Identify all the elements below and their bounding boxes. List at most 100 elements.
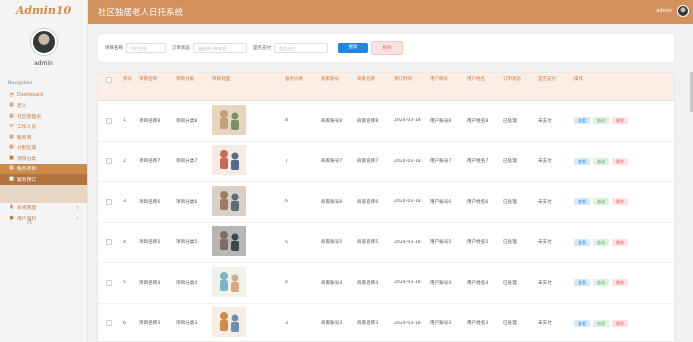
- col-header[interactable]: 订单状态: [500, 73, 535, 100]
- gauge-icon: ◔: [9, 91, 14, 98]
- sidebar-item-system[interactable]: ▮ 系统管理 ▽: [0, 203, 87, 214]
- cell-booking-time: 2024-03-18: [394, 118, 421, 124]
- sidebar-item-label: 项目分类: [17, 156, 37, 162]
- col-header[interactable]: 商家账号: [318, 73, 354, 100]
- col-header[interactable]: 预订时间: [391, 73, 427, 100]
- delete-button[interactable]: 删除: [612, 198, 628, 206]
- view-button[interactable]: 查看: [574, 157, 590, 165]
- cell-seller-account: 商家账号8: [321, 118, 343, 124]
- sidebar-item-profile[interactable]: ● 用户资料 ▽: [0, 213, 87, 224]
- search-bar: 项目名称 项目名称 订单状态 请选择订单状态 是否支付 是否支付 搜索 删除: [97, 33, 675, 63]
- col-header[interactable]: 商家名称: [354, 73, 391, 100]
- cover-image: [212, 266, 246, 297]
- project-name-input[interactable]: 项目名称: [126, 43, 166, 53]
- cell-seller-account: 商家账号6: [321, 199, 343, 205]
- row-checkbox[interactable]: [106, 117, 112, 124]
- cell-user-name: 用户姓名6: [467, 199, 489, 205]
- header-avatar[interactable]: [677, 5, 689, 17]
- edit-button[interactable]: 修改: [593, 238, 609, 246]
- brand-logo: Admin10: [15, 4, 72, 17]
- batch-delete-button[interactable]: 删除: [371, 41, 403, 55]
- cell-paid: 未支付: [538, 199, 552, 205]
- cell-seller-account: 商家账号7: [321, 159, 343, 165]
- sidebar-item-provider[interactable]: ▦ 服务商: [0, 132, 87, 143]
- cell-user-name: 用户姓名5: [467, 240, 489, 246]
- cell-seller-account: 商家账号4: [321, 280, 343, 286]
- delete-button[interactable]: 删除: [612, 117, 628, 125]
- row-select-cell[interactable]: [98, 117, 120, 124]
- header-username[interactable]: admin: [656, 8, 672, 14]
- row-checkbox[interactable]: [106, 320, 112, 327]
- row-select-cell[interactable]: [98, 239, 120, 246]
- cell-price: 8: [285, 118, 288, 124]
- col-header[interactable]: 是否支付: [535, 73, 571, 100]
- view-button[interactable]: 查看: [574, 319, 590, 327]
- col-header[interactable]: 服务价格: [282, 73, 318, 100]
- row-select-cell[interactable]: [98, 320, 120, 327]
- row-checkbox[interactable]: [106, 279, 112, 286]
- row-checkbox[interactable]: [106, 158, 112, 165]
- cell-index: 5: [123, 280, 126, 286]
- sidebar-item-region[interactable]: ▦ 分配区域: [0, 143, 87, 154]
- col-header[interactable]: 项目分类: [173, 73, 209, 100]
- cell-project-name: 项目名称5: [139, 240, 161, 246]
- sidebar-item-service-project[interactable]: ▦ 服务项目: [0, 163, 87, 174]
- table-row: 6 项目名称3 项目分类3 3 商家账号3 商家名称3 2024-03-18 用…: [98, 304, 674, 342]
- mouse-cursor-icon: ☝: [27, 217, 32, 226]
- view-button[interactable]: 查看: [574, 198, 590, 206]
- cell-project-name: 项目名称8: [139, 118, 161, 124]
- cell-order-status: 已处理: [503, 118, 517, 124]
- cell-actions: 查看 修改 删除: [571, 319, 646, 327]
- delete-button[interactable]: 删除: [612, 157, 628, 165]
- payment-status-select[interactable]: 是否支付: [274, 43, 328, 53]
- delete-button[interactable]: 删除: [612, 319, 628, 327]
- sidebar-item-label: 工作人员: [17, 125, 37, 131]
- user-icon: ●: [9, 214, 14, 221]
- cell-order-status: 已处理: [503, 280, 517, 286]
- cell-seller-name: 商家名称3: [357, 321, 379, 327]
- order-status-select[interactable]: 请选择订单状态: [193, 43, 247, 53]
- view-button[interactable]: 查看: [574, 117, 590, 125]
- cell-cover: [209, 145, 282, 177]
- row-select-cell[interactable]: [98, 279, 120, 286]
- grid-icon: ▦: [9, 102, 14, 109]
- delete-button[interactable]: 删除: [612, 279, 628, 287]
- row-select-cell[interactable]: [98, 158, 120, 165]
- edit-button[interactable]: 修改: [593, 319, 609, 327]
- row-checkbox[interactable]: [106, 198, 112, 205]
- cell-paid: 未支付: [538, 118, 552, 124]
- edit-button[interactable]: 修改: [593, 157, 609, 165]
- col-header[interactable]: 用户账号: [427, 73, 464, 100]
- cell-user-account: 用户账号7: [430, 159, 452, 165]
- sidebar-item-booking[interactable]: ■ 服务预订: [0, 174, 87, 185]
- edit-button[interactable]: 修改: [593, 117, 609, 125]
- col-header[interactable]: 用户姓名: [464, 73, 500, 100]
- folder-icon: ■: [9, 154, 14, 161]
- edit-button[interactable]: 修改: [593, 198, 609, 206]
- delete-button[interactable]: 删除: [612, 238, 628, 246]
- select-all-checkbox[interactable]: [106, 77, 112, 83]
- select-all-cell[interactable]: [98, 73, 120, 100]
- sidebar-item-community-admin[interactable]: ▦ 社区管理员: [0, 111, 87, 122]
- row-checkbox[interactable]: [106, 239, 112, 246]
- sidebar-item-category[interactable]: ■ 项目分类: [0, 153, 87, 164]
- folder-icon: ■: [9, 175, 14, 182]
- cell-index: 4: [123, 239, 126, 245]
- col-header[interactable]: 项目名称: [136, 73, 173, 100]
- row-select-cell[interactable]: [98, 198, 120, 205]
- cell-user-name: 用户姓名3: [467, 321, 489, 327]
- cover-image: [212, 226, 246, 257]
- grid-icon: ▦: [9, 112, 14, 119]
- view-button[interactable]: 查看: [574, 279, 590, 287]
- cell-booking-time: 2024-03-18: [394, 199, 421, 205]
- col-header[interactable]: 项目封面: [209, 73, 282, 100]
- sidebar-item-elderly[interactable]: ▦ 老人: [0, 101, 87, 112]
- edit-button[interactable]: 修改: [593, 279, 609, 287]
- search-button[interactable]: 搜索: [338, 43, 368, 53]
- sidebar-item-dashboard[interactable]: ◔ Dashboard: [0, 90, 87, 101]
- cell-user-name: 用户姓名8: [467, 118, 489, 124]
- col-header: 序号: [123, 77, 132, 82]
- sidebar-item-staff[interactable]: ≡ 工作人员: [0, 122, 87, 133]
- view-button[interactable]: 查看: [574, 238, 590, 246]
- table-row: 5 项目名称4 项目分类4 4 商家账号4 商家名称4 2024-03-18 用…: [98, 263, 674, 304]
